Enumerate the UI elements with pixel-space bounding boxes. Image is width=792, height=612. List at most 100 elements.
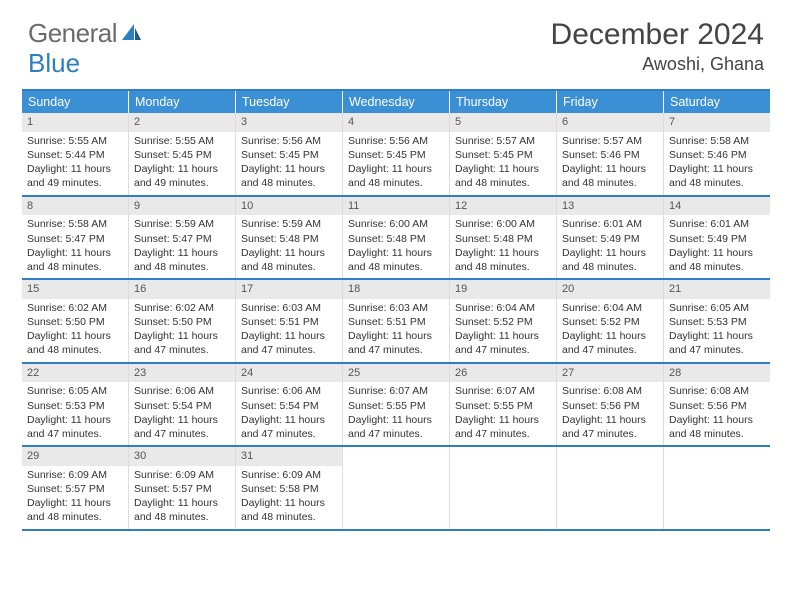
daylight-text: Daylight: 11 hours and 48 minutes. [348,162,444,190]
calendar-cell: 10Sunrise: 5:59 AMSunset: 5:48 PMDayligh… [236,197,343,279]
sunrise-text: Sunrise: 6:06 AM [134,384,230,398]
date-number: 14 [664,197,770,216]
cell-body: Sunrise: 5:56 AMSunset: 5:45 PMDaylight:… [343,132,449,195]
sunrise-text: Sunrise: 6:05 AM [669,301,765,315]
calendar-cell: 15Sunrise: 6:02 AMSunset: 5:50 PMDayligh… [22,280,129,362]
week-row: 22Sunrise: 6:05 AMSunset: 5:53 PMDayligh… [22,364,770,448]
sunset-text: Sunset: 5:54 PM [241,399,337,413]
cell-body: Sunrise: 5:57 AMSunset: 5:46 PMDaylight:… [557,132,663,195]
calendar-cell: 9Sunrise: 5:59 AMSunset: 5:47 PMDaylight… [129,197,236,279]
sunrise-text: Sunrise: 6:01 AM [562,217,658,231]
cell-body: Sunrise: 6:02 AMSunset: 5:50 PMDaylight:… [129,299,235,362]
location-label: Awoshi, Ghana [551,54,764,75]
sunrise-text: Sunrise: 6:00 AM [455,217,551,231]
sunset-text: Sunset: 5:50 PM [27,315,123,329]
calendar-cell: 6Sunrise: 5:57 AMSunset: 5:46 PMDaylight… [557,113,664,195]
sunset-text: Sunset: 5:56 PM [669,399,765,413]
date-number: 18 [343,280,449,299]
daylight-text: Daylight: 11 hours and 47 minutes. [134,413,230,441]
sunrise-text: Sunrise: 6:08 AM [562,384,658,398]
calendar-cell: 27Sunrise: 6:08 AMSunset: 5:56 PMDayligh… [557,364,664,446]
calendar-cell: 30Sunrise: 6:09 AMSunset: 5:57 PMDayligh… [129,447,236,529]
date-number: 12 [450,197,556,216]
daylight-text: Daylight: 11 hours and 48 minutes. [669,162,765,190]
sunset-text: Sunset: 5:52 PM [455,315,551,329]
sunrise-text: Sunrise: 6:07 AM [348,384,444,398]
daylight-text: Daylight: 11 hours and 48 minutes. [669,413,765,441]
sunrise-text: Sunrise: 5:55 AM [27,134,123,148]
calendar-cell [664,447,770,529]
cell-body: Sunrise: 5:59 AMSunset: 5:48 PMDaylight:… [236,215,342,278]
week-row: 1Sunrise: 5:55 AMSunset: 5:44 PMDaylight… [22,113,770,197]
cell-body: Sunrise: 5:55 AMSunset: 5:44 PMDaylight:… [22,132,128,195]
daylight-text: Daylight: 11 hours and 47 minutes. [348,413,444,441]
week-row: 8Sunrise: 5:58 AMSunset: 5:47 PMDaylight… [22,197,770,281]
title-block: December 2024 Awoshi, Ghana [551,18,764,75]
daylight-text: Daylight: 11 hours and 47 minutes. [348,329,444,357]
sunrise-text: Sunrise: 6:04 AM [455,301,551,315]
sunrise-text: Sunrise: 6:09 AM [27,468,123,482]
calendar-cell: 24Sunrise: 6:06 AMSunset: 5:54 PMDayligh… [236,364,343,446]
header: General December 2024 Awoshi, Ghana [0,0,792,81]
sunset-text: Sunset: 5:49 PM [562,232,658,246]
sunrise-text: Sunrise: 5:58 AM [669,134,765,148]
cell-body: Sunrise: 6:01 AMSunset: 5:49 PMDaylight:… [557,215,663,278]
sunrise-text: Sunrise: 5:56 AM [348,134,444,148]
cell-body: Sunrise: 6:08 AMSunset: 5:56 PMDaylight:… [664,382,770,445]
sunset-text: Sunset: 5:49 PM [669,232,765,246]
date-number: 26 [450,364,556,383]
day-header-saturday: Saturday [664,91,770,113]
sunset-text: Sunset: 5:53 PM [27,399,123,413]
sunrise-text: Sunrise: 6:01 AM [669,217,765,231]
sunset-text: Sunset: 5:50 PM [134,315,230,329]
calendar-cell: 12Sunrise: 6:00 AMSunset: 5:48 PMDayligh… [450,197,557,279]
sunrise-text: Sunrise: 6:08 AM [669,384,765,398]
date-number: 15 [22,280,128,299]
daylight-text: Daylight: 11 hours and 47 minutes. [455,329,551,357]
date-number: 28 [664,364,770,383]
calendar-cell: 19Sunrise: 6:04 AMSunset: 5:52 PMDayligh… [450,280,557,362]
daylight-text: Daylight: 11 hours and 49 minutes. [27,162,123,190]
cell-body: Sunrise: 6:09 AMSunset: 5:57 PMDaylight:… [22,466,128,529]
cell-body: Sunrise: 6:05 AMSunset: 5:53 PMDaylight:… [664,299,770,362]
sunrise-text: Sunrise: 6:07 AM [455,384,551,398]
sunset-text: Sunset: 5:44 PM [27,148,123,162]
date-number: 8 [22,197,128,216]
day-header-thursday: Thursday [450,91,557,113]
daylight-text: Daylight: 11 hours and 47 minutes. [241,329,337,357]
sunset-text: Sunset: 5:45 PM [134,148,230,162]
sunrise-text: Sunrise: 5:56 AM [241,134,337,148]
calendar-cell: 28Sunrise: 6:08 AMSunset: 5:56 PMDayligh… [664,364,770,446]
daylight-text: Daylight: 11 hours and 48 minutes. [27,246,123,274]
sunset-text: Sunset: 5:51 PM [241,315,337,329]
date-number: 25 [343,364,449,383]
calendar-cell [450,447,557,529]
calendar-cell: 8Sunrise: 5:58 AMSunset: 5:47 PMDaylight… [22,197,129,279]
logo-text-blue: Blue [28,48,80,79]
date-number: 22 [22,364,128,383]
daylight-text: Daylight: 11 hours and 48 minutes. [134,496,230,524]
calendar-cell: 20Sunrise: 6:04 AMSunset: 5:52 PMDayligh… [557,280,664,362]
daylight-text: Daylight: 11 hours and 48 minutes. [27,329,123,357]
sunset-text: Sunset: 5:46 PM [669,148,765,162]
daylight-text: Daylight: 11 hours and 48 minutes. [241,246,337,274]
date-number: 7 [664,113,770,132]
daylight-text: Daylight: 11 hours and 47 minutes. [455,413,551,441]
daylight-text: Daylight: 11 hours and 47 minutes. [134,329,230,357]
calendar-cell [557,447,664,529]
calendar: Sunday Monday Tuesday Wednesday Thursday… [22,89,770,531]
day-header-monday: Monday [129,91,236,113]
sunset-text: Sunset: 5:55 PM [455,399,551,413]
sunset-text: Sunset: 5:45 PM [455,148,551,162]
sunset-text: Sunset: 5:48 PM [455,232,551,246]
month-title: December 2024 [551,18,764,52]
cell-body: Sunrise: 6:05 AMSunset: 5:53 PMDaylight:… [22,382,128,445]
daylight-text: Daylight: 11 hours and 47 minutes. [27,413,123,441]
day-headers-row: Sunday Monday Tuesday Wednesday Thursday… [22,91,770,113]
daylight-text: Daylight: 11 hours and 48 minutes. [669,246,765,274]
date-number: 16 [129,280,235,299]
cell-body: Sunrise: 6:07 AMSunset: 5:55 PMDaylight:… [450,382,556,445]
calendar-cell: 4Sunrise: 5:56 AMSunset: 5:45 PMDaylight… [343,113,450,195]
sunrise-text: Sunrise: 6:04 AM [562,301,658,315]
cell-body: Sunrise: 6:08 AMSunset: 5:56 PMDaylight:… [557,382,663,445]
